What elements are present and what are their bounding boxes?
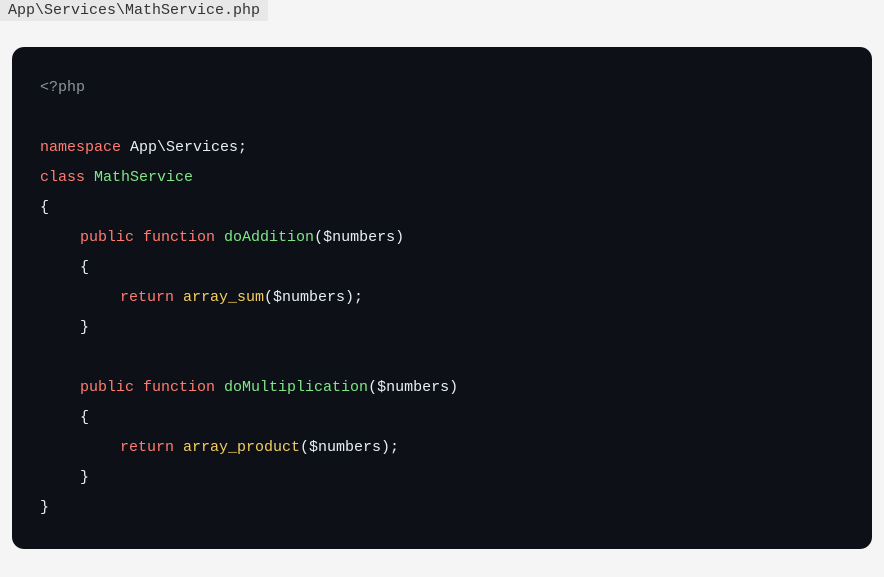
php-open-tag: <?php — [40, 79, 85, 96]
brace: } — [80, 319, 89, 336]
code-line: return array_sum($numbers); — [40, 283, 844, 313]
code-line: } — [40, 463, 844, 493]
code-line: } — [40, 313, 844, 343]
code-line: public function doMultiplication($number… — [40, 373, 844, 403]
file-path-bar: App\Services\MathService.php — [0, 0, 268, 21]
brace: } — [80, 469, 89, 486]
code-line: } — [40, 493, 844, 523]
keyword-return: return — [120, 289, 174, 306]
code-block: <?php namespace App\Services; class Math… — [12, 47, 872, 549]
keyword-namespace: namespace — [40, 139, 121, 156]
method-params: ($numbers) — [314, 229, 404, 246]
brace: } — [40, 499, 49, 516]
keyword-public: public — [80, 379, 134, 396]
call-args: ($numbers); — [264, 289, 363, 306]
method-name: doMultiplication — [215, 379, 368, 396]
code-line: { — [40, 193, 844, 223]
code-line: namespace App\Services; — [40, 133, 844, 163]
file-path-text: App\Services\MathService.php — [8, 2, 260, 19]
code-line-empty — [40, 343, 844, 373]
code-line: { — [40, 403, 844, 433]
method-name: doAddition — [215, 229, 314, 246]
code-line: <?php — [40, 73, 844, 103]
brace: { — [80, 409, 89, 426]
class-name: MathService — [85, 169, 193, 186]
keyword-public: public — [80, 229, 134, 246]
keyword-return: return — [120, 439, 174, 456]
code-line-empty — [40, 103, 844, 133]
keyword-function: function — [134, 379, 215, 396]
function-call: array_product — [174, 439, 300, 456]
brace: { — [40, 199, 49, 216]
code-line: class MathService — [40, 163, 844, 193]
keyword-class: class — [40, 169, 85, 186]
code-line: return array_product($numbers); — [40, 433, 844, 463]
code-line: public function doAddition($numbers) — [40, 223, 844, 253]
method-params: ($numbers) — [368, 379, 458, 396]
call-args: ($numbers); — [300, 439, 399, 456]
keyword-function: function — [134, 229, 215, 246]
namespace-value: App\Services; — [121, 139, 247, 156]
code-line: { — [40, 253, 844, 283]
function-call: array_sum — [174, 289, 264, 306]
brace: { — [80, 259, 89, 276]
